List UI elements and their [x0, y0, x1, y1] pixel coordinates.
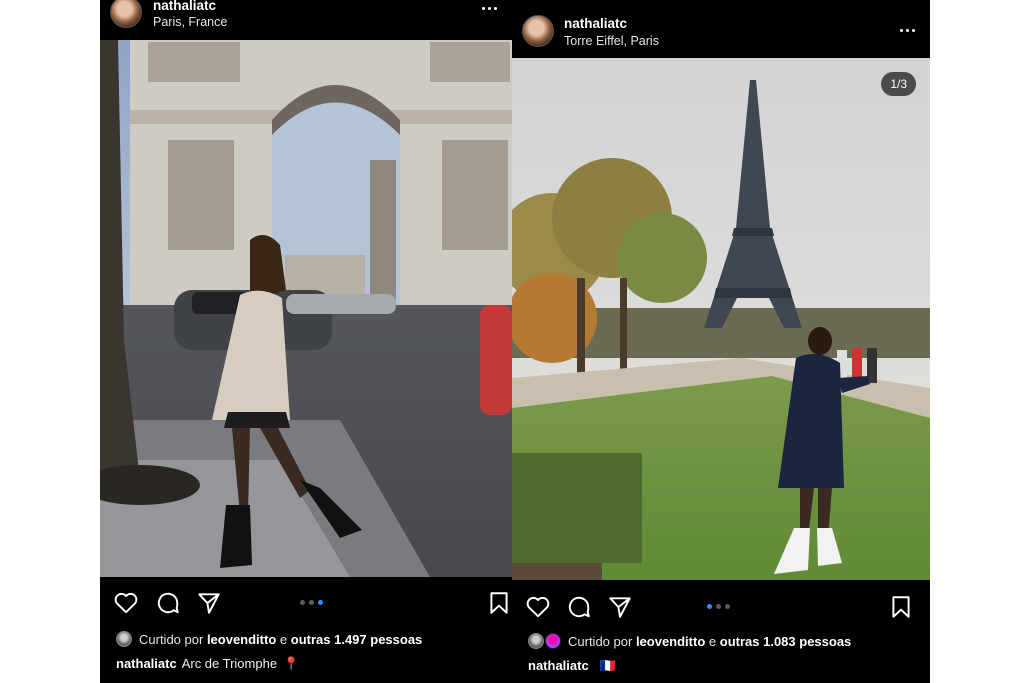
liked-by-user[interactable]: leovenditto — [207, 632, 276, 647]
liked-by-prefix: Curtido por — [568, 634, 633, 649]
liked-by-prefix: Curtido por — [139, 632, 204, 647]
post-location[interactable]: Torre Eiffel, Paris — [564, 34, 659, 48]
france-flag-emoji: 🇫🇷 — [599, 658, 616, 673]
post-actions — [100, 580, 512, 624]
liked-by-conj: e — [279, 632, 288, 647]
heart-icon[interactable] — [113, 590, 139, 616]
post-actions — [512, 584, 930, 628]
more-options-icon[interactable] — [482, 4, 500, 14]
post-username[interactable]: nathaliatc — [153, 0, 216, 13]
heart-icon[interactable] — [525, 594, 551, 620]
post-caption: nathaliatc Arc de Triomphe 📍 — [116, 656, 299, 672]
bookmark-icon[interactable] — [888, 594, 914, 620]
avatar[interactable] — [110, 0, 142, 28]
carousel-indicator — [705, 604, 732, 610]
post-card-1: nathaliatc Paris, France Curtido por leo… — [100, 0, 512, 683]
post-username[interactable]: nathaliatc — [564, 16, 627, 31]
carousel-dot — [725, 604, 730, 609]
liked-by-others[interactable]: outras 1.497 pessoas — [291, 632, 423, 647]
liked-by-text[interactable]: Curtido por leovenditto e outras 1.083 p… — [528, 633, 851, 649]
caption-username[interactable]: nathaliatc — [116, 656, 177, 671]
comment-icon[interactable] — [566, 594, 592, 620]
pin-emoji: 📍 — [283, 656, 300, 671]
carousel-indicator — [298, 600, 325, 606]
liker-avatar — [528, 633, 544, 649]
post-caption: nathaliatc 🇫🇷 — [528, 658, 616, 674]
carousel-dot-active — [707, 604, 712, 609]
bookmark-icon[interactable] — [486, 590, 512, 616]
eiffel-tower-photo — [512, 58, 930, 580]
share-icon[interactable] — [196, 590, 222, 616]
carousel-dot — [309, 600, 314, 605]
carousel-dot-active — [318, 600, 323, 605]
post-location[interactable]: Paris, France — [153, 15, 227, 29]
carousel-dot — [300, 600, 305, 605]
liked-by-user[interactable]: leovenditto — [636, 634, 705, 649]
arc-de-triomphe-photo — [100, 40, 512, 577]
share-icon[interactable] — [607, 594, 633, 620]
liked-by-text[interactable]: Curtido por leovenditto e outras 1.497 p… — [116, 631, 422, 647]
liker-avatar — [116, 631, 132, 647]
carousel-dot — [716, 604, 721, 609]
post-photo[interactable]: 1/3 — [512, 58, 930, 580]
avatar[interactable] — [522, 15, 554, 47]
more-options-icon[interactable] — [900, 26, 918, 36]
caption-text: Arc de Triomphe — [181, 656, 278, 671]
post-header: nathaliatc Torre Eiffel, Paris — [512, 0, 930, 58]
post-header: nathaliatc Paris, France — [100, 0, 512, 40]
liked-by-others[interactable]: outras 1.083 pessoas — [720, 634, 852, 649]
carousel-counter: 1/3 — [881, 72, 916, 96]
caption-username[interactable]: nathaliatc — [528, 658, 589, 673]
liker-avatar — [545, 633, 561, 649]
comment-icon[interactable] — [155, 590, 181, 616]
post-photo[interactable] — [100, 40, 512, 577]
liked-by-conj: e — [708, 634, 717, 649]
post-card-2: nathaliatc Torre Eiffel, Paris 1/3 Curti… — [512, 0, 930, 683]
